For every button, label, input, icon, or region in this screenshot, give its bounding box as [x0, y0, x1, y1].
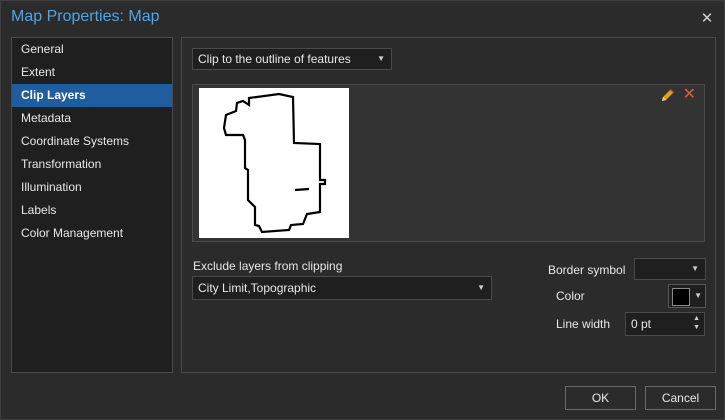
exclude-layers-value: City Limit,Topographic: [198, 281, 317, 295]
cancel-button[interactable]: Cancel: [645, 386, 716, 410]
line-width-stepper[interactable]: 0 pt ▲ ▼: [625, 312, 705, 336]
border-color-picker[interactable]: ▼: [668, 284, 706, 308]
sidebar-item-general[interactable]: General: [12, 38, 172, 61]
border-symbol-dropdown[interactable]: ▼: [634, 258, 706, 280]
sidebar-item-color-management[interactable]: Color Management: [12, 222, 172, 245]
ok-button[interactable]: OK: [565, 386, 636, 410]
map-properties-dialog: Map Properties: Map ✕ General Extent Cli…: [0, 0, 725, 420]
chevron-down-icon: ▼: [377, 54, 385, 63]
city-outline-shape: [222, 92, 327, 234]
dialog-title: Map Properties: Map: [11, 8, 160, 25]
chevron-down-icon: ▼: [477, 283, 485, 292]
title-bar: Map Properties: Map ✕: [1, 1, 724, 35]
decrement-arrow-icon[interactable]: ▼: [693, 324, 700, 331]
sidebar-item-clip-layers[interactable]: Clip Layers: [12, 84, 172, 107]
sidebar-item-labels[interactable]: Labels: [12, 199, 172, 222]
sidebar-nav: General Extent Clip Layers Metadata Coor…: [11, 37, 173, 373]
clip-mode-dropdown[interactable]: Clip to the outline of features ▼: [192, 48, 392, 70]
sidebar-item-illumination[interactable]: Illumination: [12, 176, 172, 199]
close-icon[interactable]: ✕: [696, 7, 718, 29]
border-symbol-label: Border symbol: [548, 263, 626, 277]
increment-arrow-icon[interactable]: ▲: [693, 315, 700, 322]
color-label: Color: [556, 289, 585, 303]
pencil-icon[interactable]: [660, 87, 676, 103]
chevron-down-icon: ▼: [691, 264, 699, 273]
exclude-layers-dropdown[interactable]: City Limit,Topographic ▼: [192, 276, 492, 300]
sidebar-item-metadata[interactable]: Metadata: [12, 107, 172, 130]
chevron-down-icon: ▼: [694, 291, 702, 300]
line-width-value: 0 pt: [631, 317, 652, 331]
sidebar-item-transformation[interactable]: Transformation: [12, 153, 172, 176]
color-swatch-box: [672, 288, 690, 306]
sidebar-item-extent[interactable]: Extent: [12, 61, 172, 84]
clip-mode-value: Clip to the outline of features: [198, 52, 351, 66]
clip-layers-panel: Clip to the outline of features ▼ ✕ Excl…: [181, 37, 716, 373]
clip-features-panel: ✕: [192, 84, 705, 242]
sidebar-item-coordinate-systems[interactable]: Coordinate Systems: [12, 130, 172, 153]
line-width-label: Line width: [556, 317, 611, 331]
delete-x-icon[interactable]: ✕: [683, 86, 696, 104]
clip-outline-preview: [199, 88, 349, 238]
exclude-layers-label: Exclude layers from clipping: [193, 259, 343, 273]
